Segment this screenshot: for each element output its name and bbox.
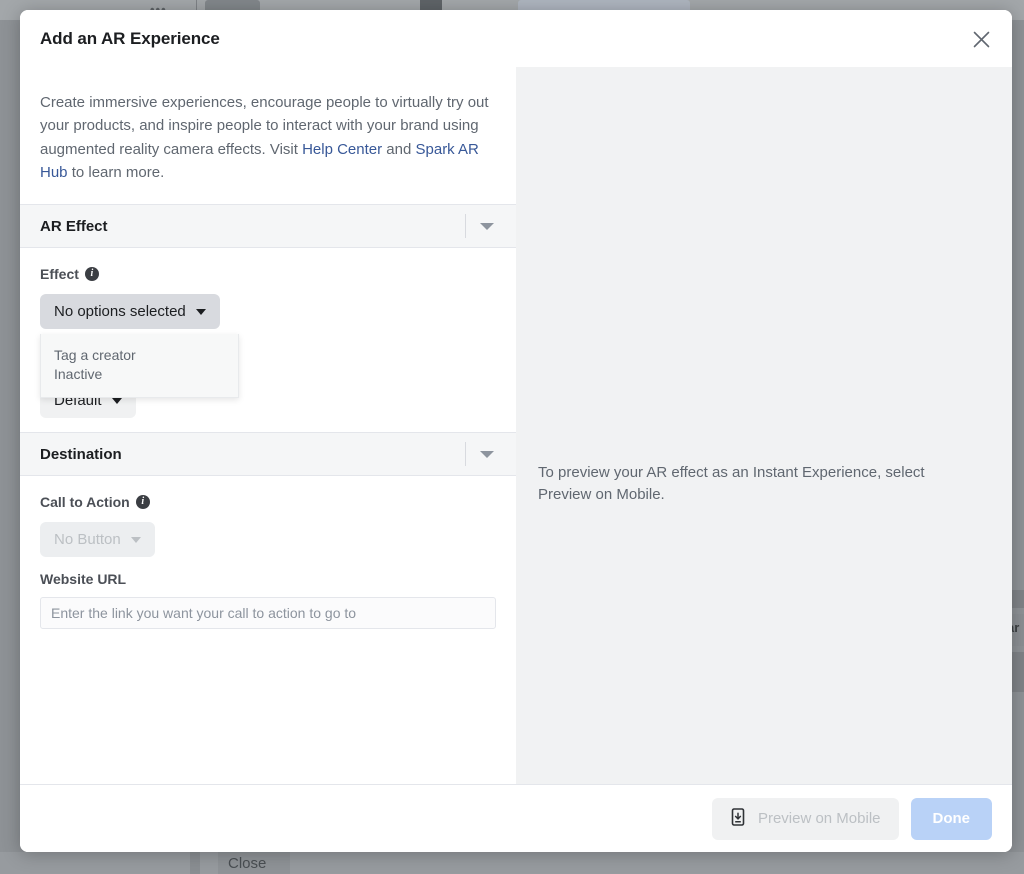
caret-down-icon: [196, 309, 206, 315]
intro-description: Create immersive experiences, encourage …: [20, 67, 516, 204]
background-right-chunk-3: [1012, 652, 1024, 692]
website-url-input[interactable]: [40, 597, 496, 629]
section-body-destination: Call to Action i No Button Website URL: [20, 476, 516, 643]
done-button[interactable]: Done: [911, 798, 993, 840]
call-to-action-select-value: No Button: [54, 531, 121, 548]
effect-field-label: Effect i: [40, 266, 496, 282]
caret-down-icon: [112, 398, 122, 404]
effect-label-text: Effect: [40, 266, 79, 282]
info-icon[interactable]: i: [85, 267, 99, 281]
form-pane: Create immersive experiences, encourage …: [20, 67, 516, 784]
dialog-header: Add an AR Experience: [20, 10, 1012, 67]
collapse-toggle-ar-effect[interactable]: [465, 205, 510, 247]
dialog-body: Create immersive experiences, encourage …: [20, 67, 1012, 784]
call-to-action-field-label: Call to Action i: [40, 494, 496, 510]
add-ar-experience-dialog: Add an AR Experience Create immersive ex…: [20, 10, 1012, 852]
dropdown-option-status: Inactive: [54, 365, 225, 384]
effect-select-value: No options selected: [54, 303, 186, 320]
preview-on-mobile-button[interactable]: Preview on Mobile: [712, 798, 899, 840]
intro-text-part2: to learn more.: [68, 164, 165, 181]
header-divider: [465, 442, 466, 466]
effect-dropdown-wrapper: No options selected Tag a creator Inacti…: [40, 294, 220, 329]
section-title-destination: Destination: [40, 446, 122, 463]
section-header-destination[interactable]: Destination: [20, 432, 516, 476]
preview-pane: To preview your AR effect as an Instant …: [516, 67, 1012, 784]
effect-dropdown-menu[interactable]: Tag a creator Inactive: [40, 334, 239, 398]
background-bottom-bar: [0, 852, 1024, 874]
preview-on-mobile-label: Preview on Mobile: [758, 810, 881, 827]
preview-instructions: To preview your AR effect as an Instant …: [538, 462, 982, 506]
background-toolbar-glyph: [420, 0, 442, 10]
mobile-download-icon: [730, 808, 746, 830]
section-body-ar-effect: Effect i No options selected Tag a creat…: [20, 248, 516, 432]
section-header-ar-effect[interactable]: AR Effect: [20, 204, 516, 248]
info-icon[interactable]: i: [136, 495, 150, 509]
chevron-down-icon[interactable]: [480, 451, 494, 458]
background-close-label: Close: [228, 855, 266, 872]
header-divider: [465, 214, 466, 238]
close-icon[interactable]: [968, 26, 994, 52]
help-center-link[interactable]: Help Center: [302, 141, 382, 158]
effect-select[interactable]: No options selected: [40, 294, 220, 329]
call-to-action-label-text: Call to Action: [40, 494, 130, 510]
caret-down-icon: [131, 537, 141, 543]
dialog-footer: Preview on Mobile Done: [20, 784, 1012, 852]
website-url-label: Website URL: [40, 571, 496, 587]
page-title: Add an AR Experience: [40, 29, 220, 49]
background-bottom-divider: [190, 852, 200, 874]
section-title-ar-effect: AR Effect: [40, 218, 108, 235]
call-to-action-select[interactable]: No Button: [40, 522, 155, 557]
intro-conjunction: and: [382, 141, 415, 158]
background-right-chunk-1: [1012, 590, 1024, 608]
dropdown-option-title[interactable]: Tag a creator: [54, 346, 225, 365]
chevron-down-icon[interactable]: [480, 223, 494, 230]
collapse-toggle-destination[interactable]: [465, 433, 510, 475]
